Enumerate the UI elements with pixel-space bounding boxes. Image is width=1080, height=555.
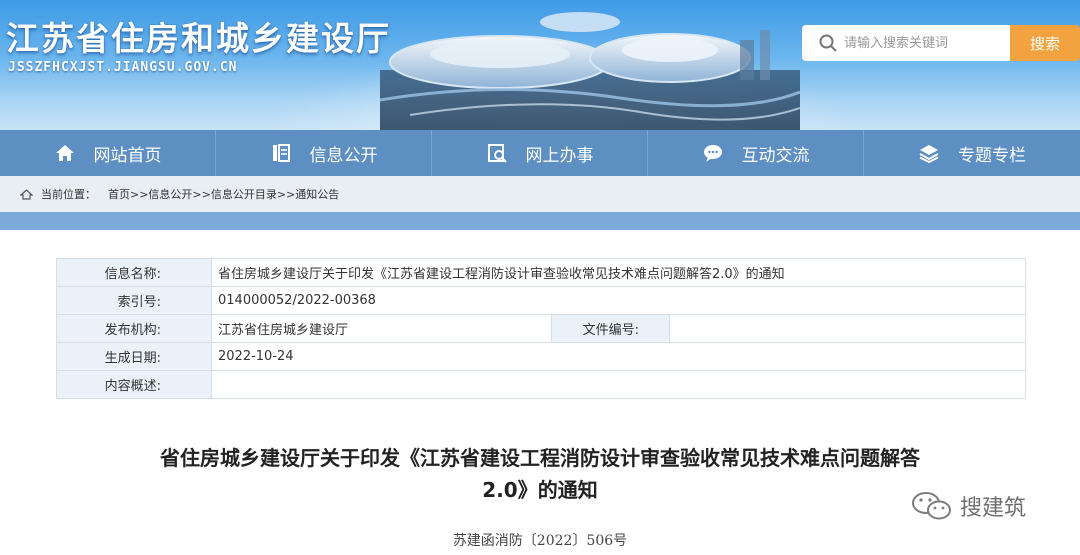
home-icon [55,145,74,161]
table-row: 内容概述: [56,370,1026,399]
info-date-value: 2022-10-24 [211,342,1026,371]
info-publisher-value: 江苏省住房城乡建设厅 [211,314,552,343]
info-table: 信息名称: 省住房城乡建设厅关于印发《江苏省建设工程消防设计审查验收常见技术难点… [56,258,1026,399]
nav-item-special-topics[interactable]: 专题专栏 [864,130,1080,176]
nav-item-label: 网上办事 [525,145,594,166]
chat-bubble-icon [703,145,722,162]
nav-item-online-service[interactable]: 网上办事 [432,130,648,176]
article-title-line: 省住房城乡建设厅关于印发《江苏省建设工程消防设计审查验收常见技术难点问题解答 [160,446,920,470]
nav-item-label: 信息公开 [309,145,378,166]
main-nav: 网站首页 信息公开 网上办事 互动交流 专题专栏 [0,130,1080,176]
info-name-value: 省住房城乡建设厅关于印发《江苏省建设工程消防设计审查验收常见技术难点问题解答2.… [211,258,1026,287]
site-domain: JSSZFHCXJST.JIANGSU.GOV.CN [8,60,238,75]
breadcrumb-label: 当前位置： [41,188,96,201]
info-publisher-label: 发布机构: [56,314,212,343]
site-title: 江苏省住房和城乡建设厅 [6,19,391,58]
nav-item-label: 网站首页 [93,145,162,166]
article-title-line: 2.0》的通知 [482,478,598,502]
document-number: 苏建函消防〔2022〕506号 [452,533,628,549]
info-date-label: 生成日期: [56,342,212,371]
header-city-illustration [380,12,800,130]
search-box[interactable] [802,25,1010,61]
watermark-text: 搜建筑 [960,496,1027,521]
info-file-no-value [669,314,1026,343]
decorative-strip [0,212,1080,230]
info-file-no-label: 文件编号: [551,314,670,343]
info-name-label: 信息名称: [56,258,212,287]
breadcrumb-path[interactable]: 首页>>信息公开>>信息公开目录>>通知公告 [108,186,339,202]
table-row: 发布机构: 江苏省住房城乡建设厅 文件编号: [56,314,1026,343]
home-icon [20,188,33,200]
info-summary-label: 内容概述: [56,370,212,399]
watermark: 搜建筑 [910,489,1026,523]
site-header: 江苏省住房和城乡建设厅 JSSZFHCXJST.JIANGSU.GOV.CN 搜… [0,0,1080,130]
search-icon [819,34,837,52]
online-service-icon [487,144,507,163]
wechat-logo-icon [912,492,951,520]
info-index-value: 014000052/2022-00368 [211,286,1026,315]
search-input[interactable] [844,28,1004,58]
nav-item-info-disclosure[interactable]: 信息公开 [216,130,432,176]
nav-item-interaction[interactable]: 互动交流 [648,130,864,176]
table-row: 信息名称: 省住房城乡建设厅关于印发《江苏省建设工程消防设计审查验收常见技术难点… [56,258,1026,287]
layers-icon [919,145,939,164]
info-index-label: 索引号: [56,286,212,315]
nav-item-label: 互动交流 [741,145,810,166]
breadcrumb: 当前位置： 首页>>信息公开>>信息公开目录>>通知公告 [0,176,1080,212]
nav-item-home[interactable]: 网站首页 [0,130,216,176]
nav-item-label: 专题专栏 [958,145,1026,166]
table-row: 索引号: 014000052/2022-00368 [56,286,1026,315]
info-summary-value [211,370,1026,399]
table-row: 生成日期: 2022-10-24 [56,342,1026,371]
search-button[interactable]: 搜索 [1010,25,1080,61]
article-title: 省住房城乡建设厅关于印发《江苏省建设工程消防设计审查验收常见技术难点问题解答 2… [90,442,990,506]
document-list-icon [272,144,290,162]
